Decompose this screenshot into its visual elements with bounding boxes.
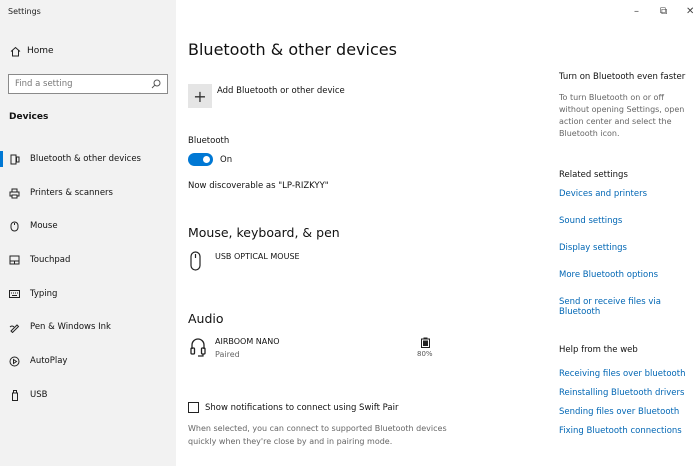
plus-icon: + — [193, 86, 207, 106]
sidebar-item-label: USB — [30, 390, 48, 400]
home-label: Home — [27, 46, 54, 56]
sidebar-item-printers[interactable]: Printers & scanners — [0, 179, 176, 207]
sidebar-item-touchpad[interactable]: Touchpad — [0, 246, 176, 274]
search-icon[interactable] — [151, 79, 161, 89]
autoplay-icon — [9, 356, 20, 367]
discoverable-text: Now discoverable as "LP-RIZKYY" — [188, 181, 329, 191]
link-sending-files[interactable]: Sending files over Bluetooth — [559, 407, 679, 417]
main-content: – ⧉ ✕ Bluetooth & other devices + Add Bl… — [176, 0, 700, 466]
sidebar-item-typing[interactable]: Typing — [0, 280, 176, 308]
restore-button[interactable]: ⧉ — [660, 6, 667, 17]
sidebar-item-mouse[interactable]: Mouse — [0, 212, 176, 240]
related-settings-heading: Related settings — [559, 170, 628, 180]
toggle-knob — [203, 156, 210, 163]
minimize-button[interactable]: – — [634, 6, 639, 17]
tip-text: To turn Bluetooth on or off without open… — [559, 93, 685, 138]
sidebar-item-label: Mouse — [30, 221, 58, 231]
swift-pair-description: When selected, you can connect to suppor… — [188, 424, 447, 446]
sidebar-home[interactable]: Home — [0, 36, 176, 66]
sidebar-item-label: Pen & Windows Ink — [30, 322, 111, 332]
battery-percentage: 80% — [417, 350, 433, 358]
bluetooth-toggle[interactable] — [188, 153, 213, 166]
sidebar-section-title: Devices — [9, 112, 49, 122]
sidebar-item-usb[interactable]: USB — [0, 381, 176, 409]
mouse-device-name[interactable]: USB OPTICAL MOUSE — [215, 252, 300, 261]
keyboard-icon — [9, 289, 20, 300]
usb-icon — [9, 389, 20, 401]
sidebar-item-label: AutoPlay — [30, 356, 68, 366]
mouse-icon — [190, 251, 201, 271]
touchpad-icon — [9, 255, 20, 266]
link-reinstalling-drivers[interactable]: Reinstalling Bluetooth drivers — [559, 388, 684, 398]
sidebar-item-label: Typing — [30, 289, 58, 299]
page-title: Bluetooth & other devices — [188, 40, 397, 59]
audio-device-status: Paired — [215, 350, 240, 359]
sidebar-item-label: Printers & scanners — [30, 188, 113, 198]
add-device-button[interactable]: + — [188, 84, 212, 108]
close-button[interactable]: ✕ — [686, 6, 694, 17]
search-input[interactable]: Find a setting — [8, 74, 168, 94]
help-from-web-heading: Help from the web — [559, 345, 638, 355]
sidebar: Settings Home Find a setting Devices Blu… — [0, 0, 176, 466]
sidebar-item-autoplay[interactable]: AutoPlay — [0, 347, 176, 375]
link-sound-settings[interactable]: Sound settings — [559, 216, 622, 226]
home-icon — [9, 45, 21, 57]
printer-icon — [9, 188, 20, 199]
audio-heading: Audio — [188, 311, 224, 326]
sidebar-item-pen[interactable]: Pen & Windows Ink — [0, 313, 176, 341]
link-more-bluetooth-options[interactable]: More Bluetooth options — [559, 270, 658, 280]
sidebar-item-label: Bluetooth & other devices — [30, 154, 141, 164]
headset-icon — [190, 337, 206, 359]
tip-heading: Turn on Bluetooth even faster — [559, 72, 686, 82]
app-title: Settings — [8, 7, 41, 16]
bluetooth-label: Bluetooth — [188, 136, 230, 146]
sidebar-item-bluetooth[interactable]: Bluetooth & other devices — [0, 145, 176, 173]
audio-device-name[interactable]: AIRBOOM NANO — [215, 337, 280, 346]
bluetooth-state: On — [220, 155, 233, 165]
link-send-receive-files[interactable]: Send or receive files via Bluetooth — [559, 297, 700, 317]
link-devices-and-printers[interactable]: Devices and printers — [559, 189, 647, 199]
swift-pair-label[interactable]: Show notifications to connect using Swif… — [205, 403, 398, 413]
link-fixing-connections[interactable]: Fixing Bluetooth connections — [559, 426, 682, 436]
mkp-heading: Mouse, keyboard, & pen — [188, 225, 340, 240]
link-receiving-files[interactable]: Receiving files over bluetooth — [559, 369, 685, 379]
battery-icon — [419, 337, 431, 351]
bluetooth-icon — [9, 154, 20, 165]
mouse-icon — [9, 221, 20, 232]
link-display-settings[interactable]: Display settings — [559, 243, 627, 253]
search-placeholder: Find a setting — [15, 79, 73, 89]
sidebar-item-label: Touchpad — [30, 255, 71, 265]
swift-pair-checkbox[interactable] — [188, 402, 199, 413]
pen-icon — [9, 322, 20, 333]
add-device-label[interactable]: Add Bluetooth or other device — [217, 86, 345, 96]
